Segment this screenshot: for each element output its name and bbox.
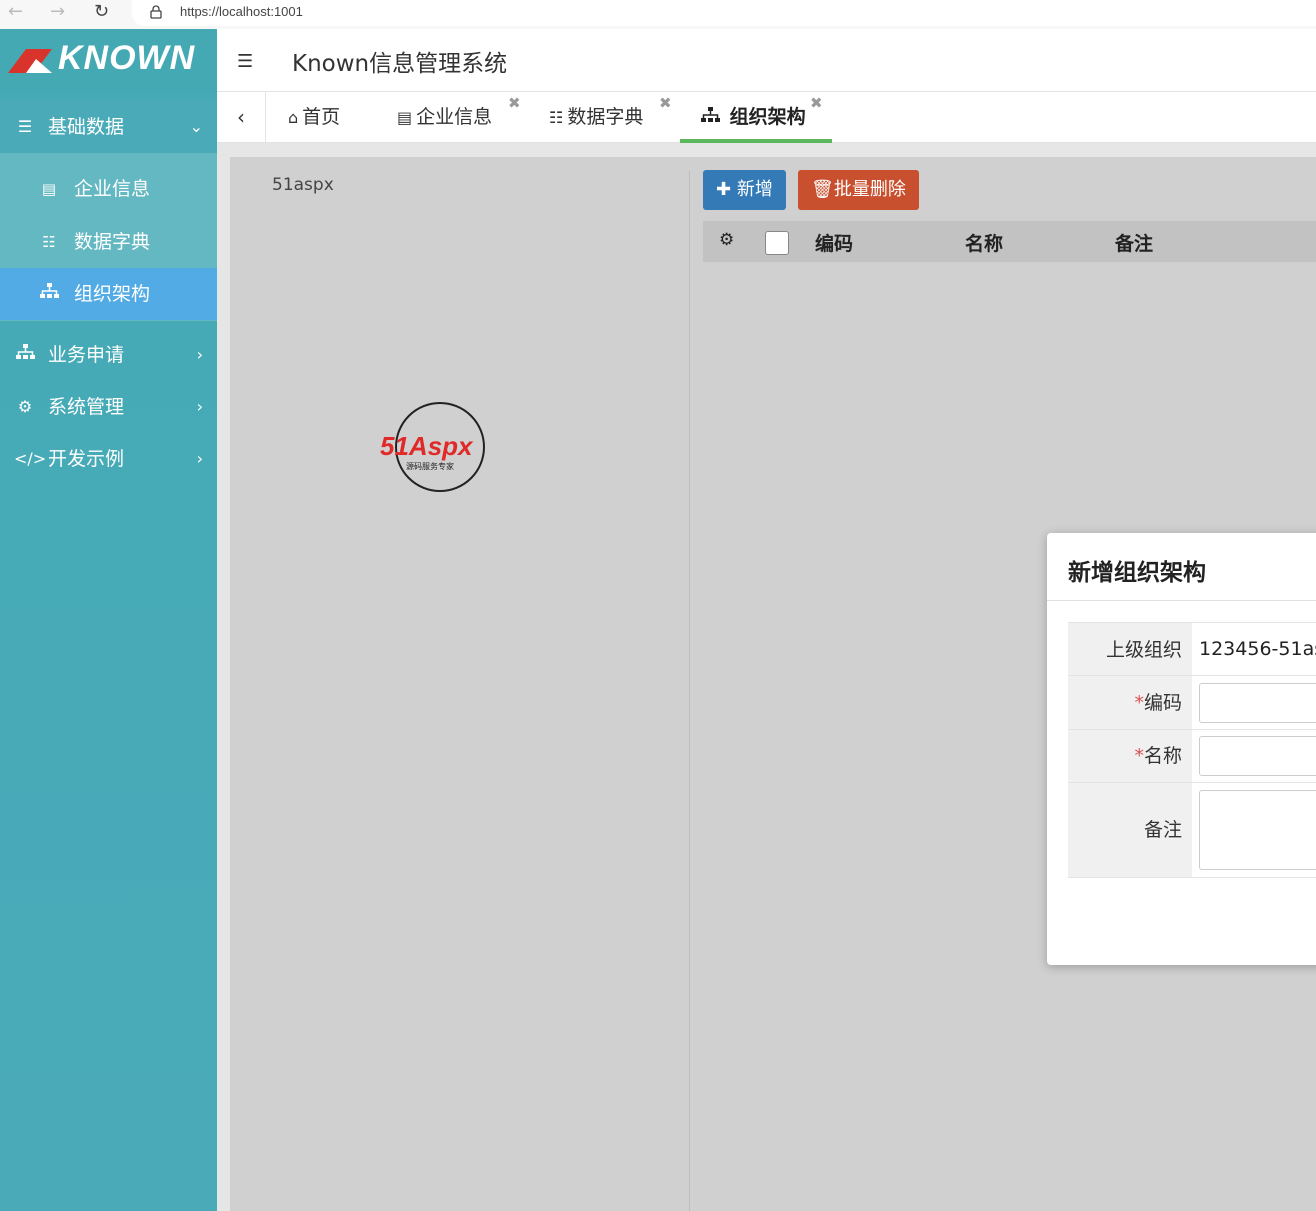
required-mark: * [1134, 745, 1144, 767]
add-button[interactable]: ✚ 新增 [703, 170, 786, 210]
tab-label: 企业信息 [416, 106, 493, 128]
add-org-dialog: 新增组织架构 上级组织 123456-51as *编码 *名称 备注 [1047, 533, 1316, 965]
menu-group-business[interactable]: 业务申请 › [0, 329, 217, 381]
column-header-note[interactable]: 备注 [1115, 229, 1153, 256]
delete-button-label: 批量删除 [833, 179, 906, 200]
tab-home[interactable]: ⌂ 首页 [288, 92, 340, 143]
close-icon[interactable]: ✖ [659, 78, 672, 129]
sidebar-item-data-dictionary[interactable]: ☷ 数据字典 [0, 216, 217, 268]
tab-label: 组织架构 [729, 106, 806, 128]
logo-mark-icon [8, 49, 52, 73]
select-all-checkbox[interactable] [765, 231, 789, 255]
menu-label: 开发示例 [48, 448, 125, 470]
address-bar[interactable]: https://localhost:1001 [132, 0, 1316, 26]
menu-group-base-data[interactable]: ☰ 基础数据 ⌄ [0, 101, 217, 153]
sidebar-item-company-info[interactable]: ▤ 企业信息 [0, 163, 217, 215]
menu-label: 基础数据 [48, 116, 125, 138]
close-icon[interactable]: ✖ [810, 78, 823, 129]
menu-label: 业务申请 [48, 344, 125, 366]
note-label: 备注 [1068, 783, 1192, 877]
sitemap-icon [14, 329, 36, 381]
menu-toggle-icon[interactable]: ☰ [237, 51, 253, 72]
sitemap-icon [700, 107, 726, 127]
menu-group-system[interactable]: ⚙ 系统管理 › [0, 381, 217, 433]
tab-bar: ‹ ⌂ 首页 ▤ 企业信息 ✖ ☷ 数据字典 ✖ 组织架构 ✖ [217, 92, 1316, 143]
url-text: https://localhost:1001 [180, 4, 303, 19]
back-arrow-icon[interactable]: ← [8, 2, 23, 22]
chevron-down-icon: ⌄ [189, 117, 203, 136]
code-label: *编码 [1068, 676, 1192, 729]
chevron-right-icon: › [196, 449, 203, 468]
browser-toolbar: ← → ↻ https://localhost:1001 [0, 0, 1316, 29]
list-icon: ☷ [42, 233, 56, 251]
name-input[interactable] [1199, 736, 1316, 776]
code-icon: </> [14, 449, 47, 468]
sidebar-item-org-structure[interactable]: 组织架构 [0, 268, 217, 320]
name-label: *名称 [1068, 730, 1192, 782]
id-card-icon: ▤ [397, 108, 413, 127]
divider [1047, 600, 1316, 601]
database-icon: ☰ [17, 117, 33, 136]
form-row-parent: 上级组织 123456-51as [1068, 622, 1316, 676]
code-input[interactable] [1199, 683, 1316, 723]
submenu-base-data: ▤ 企业信息 ☷ 数据字典 组织架构 [0, 153, 217, 321]
menu-label: 系统管理 [48, 396, 125, 418]
chevron-right-icon: › [196, 397, 203, 416]
lock-icon [150, 5, 162, 19]
add-button-label: 新增 [736, 179, 773, 200]
gear-icon[interactable]: ⚙ [719, 230, 734, 250]
parent-org-value: 123456-51as [1199, 638, 1316, 660]
tab-label: 首页 [302, 106, 341, 128]
reload-icon[interactable]: ↻ [94, 2, 109, 22]
menu-group-dev-examples[interactable]: </> 开发示例 › [0, 433, 217, 485]
watermark-logo: 51Aspx 源码服务专家 [380, 402, 485, 492]
close-icon[interactable]: ✖ [508, 78, 521, 129]
logo: KNOWN [0, 29, 217, 91]
tree-root-node[interactable]: 51aspx [272, 175, 334, 195]
tab-label: 数据字典 [567, 106, 644, 128]
batch-delete-button[interactable]: 🗑批量删除 [798, 170, 919, 210]
trash-icon: 🗑 [811, 179, 834, 200]
column-header-code[interactable]: 编码 [815, 229, 853, 256]
sidebar-item-label: 组织架构 [74, 283, 151, 305]
watermark-main-text: 51Aspx [380, 431, 474, 461]
tab-org-structure[interactable]: 组织架构 ✖ [680, 92, 832, 143]
required-mark: * [1134, 692, 1144, 714]
sidebar-item-label: 企业信息 [74, 178, 151, 200]
plus-icon: ✚ [716, 179, 732, 200]
id-card-icon: ▤ [41, 180, 57, 198]
forward-arrow-icon[interactable]: → [50, 2, 65, 22]
note-textarea[interactable] [1199, 790, 1316, 870]
top-header: ☰ Known信息管理系统 [217, 29, 1316, 92]
parent-org-label: 上级组织 [1068, 623, 1192, 675]
sidebar: KNOWN ☰ 基础数据 ⌄ ▤ 企业信息 ☷ 数据字典 组织架构 业务申请 ›… [0, 29, 217, 1211]
dialog-title: 新增组织架构 [1068, 560, 1206, 586]
chevron-left-icon[interactable]: ‹ [217, 92, 266, 143]
tab-data-dictionary[interactable]: ☷ 数据字典 ✖ [549, 92, 672, 143]
sitemap-icon [38, 268, 60, 320]
column-header-name[interactable]: 名称 [965, 229, 1003, 256]
home-icon: ⌂ [288, 108, 299, 127]
divider [689, 171, 690, 1211]
gears-icon: ⚙ [17, 397, 33, 416]
form-row-code: *编码 [1068, 676, 1316, 730]
form-row-name: *名称 [1068, 730, 1316, 783]
sidebar-item-label: 数据字典 [74, 231, 151, 253]
tab-company-info[interactable]: ▤ 企业信息 ✖ [397, 92, 521, 143]
chevron-right-icon: › [196, 345, 203, 364]
table-header: ⚙ 编码 名称 备注 [703, 221, 1316, 262]
page-title: Known信息管理系统 [292, 51, 508, 77]
form-row-note: 备注 [1068, 783, 1316, 878]
watermark-sub-text: 源码服务专家 [406, 461, 454, 471]
logo-text: KNOWN [58, 39, 196, 77]
list-icon: ☷ [549, 108, 564, 127]
